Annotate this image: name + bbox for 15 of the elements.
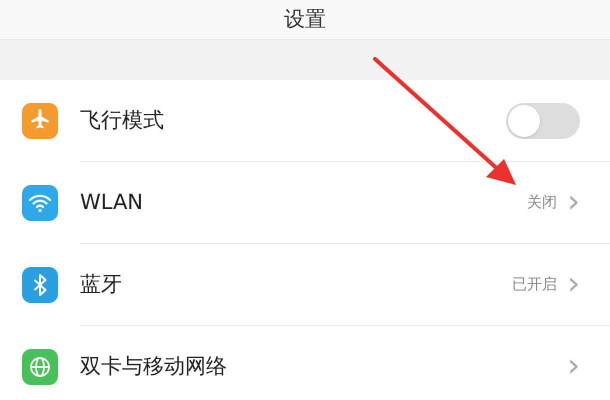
chevron-icon[interactable]: › [567,266,580,302]
setting-label: 双卡与移动网络 [80,353,228,380]
globe-icon [22,349,58,385]
toggle-switch[interactable] [506,102,580,138]
bluetooth-icon [22,267,58,303]
chevron-icon[interactable]: › [567,349,580,385]
setting-value: 已开启 [512,274,558,296]
setting-value: 关闭 [527,192,558,214]
screen-title: 设置 [284,6,326,33]
wifi-icon [22,185,58,221]
setting-label: 飞行模式 [80,106,165,134]
chevron-icon[interactable]: › [567,184,580,220]
setting-label: 蓝牙 [80,270,123,298]
airplane-icon [22,103,58,139]
setting-label: WLAN [80,188,144,216]
